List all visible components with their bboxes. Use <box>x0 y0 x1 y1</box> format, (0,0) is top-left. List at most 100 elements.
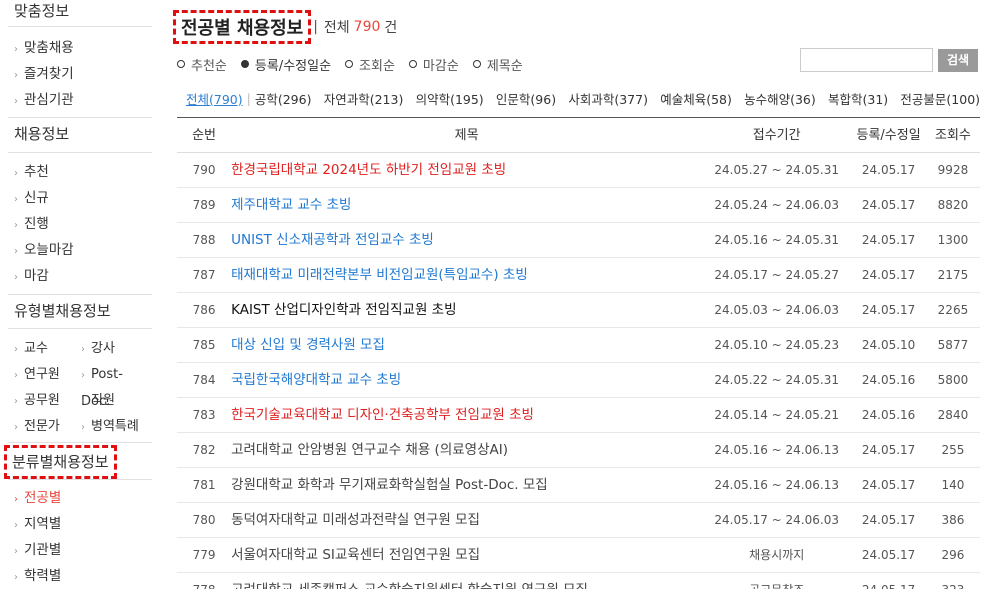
cell-views: 140 <box>941 478 965 492</box>
cell-title-link[interactable]: KAIST 산업디자인학과 전임직교원 초빙 <box>231 293 702 327</box>
sidebar-item-active[interactable]: › 전공별 <box>14 485 152 511</box>
cell-date: 24.05.16 <box>861 408 916 422</box>
title-row: 전공별 채용정보 | 전체 790 건 <box>172 10 398 44</box>
radio-icon <box>408 60 417 68</box>
divider <box>8 479 152 480</box>
table-row: 782 고려대학교 안암병원 연구교수 채용 (의료영상AI) 24.05.16 ~… <box>177 433 980 468</box>
cell-no: 787 <box>192 268 216 282</box>
search-button[interactable]: 검색 <box>938 49 978 72</box>
sidebar-item[interactable]: › 추천 <box>14 159 152 185</box>
sidebar-item[interactable]: › 교수 <box>14 336 81 362</box>
sidebar-item[interactable]: › 강사 <box>81 336 151 362</box>
divider <box>8 442 152 443</box>
bullet-icon: › <box>81 422 85 433</box>
category-separator: | <box>246 90 251 106</box>
bullet-icon: › <box>14 396 18 407</box>
sidebar-item[interactable]: › 진행 <box>14 211 152 237</box>
sidebar-list: › 추천 › 신규 › 진행 › 오늘마감 › 마감 <box>0 159 152 289</box>
sort-option[interactable]: 마감순 <box>408 55 459 74</box>
table-row: 780 동덕여자대학교 미래성과전략실 연구원 모집 24.05.17 ~ 24.0… <box>177 503 980 538</box>
bullet-icon: › <box>81 344 85 355</box>
bullet-icon: › <box>14 546 18 557</box>
category-tab[interactable]: 예술체육(58) <box>660 89 732 108</box>
bullet-icon: › <box>14 220 18 231</box>
category-tab[interactable]: 전공불문(100) <box>900 89 980 108</box>
sidebar-item[interactable]: › 오늘마감 <box>14 237 152 263</box>
sort-option-selected[interactable]: 등록/수정일순 <box>240 55 331 74</box>
cell-period: 24.05.14 ~ 24.05.21 <box>714 408 839 422</box>
category-tab[interactable]: 공학(296) <box>255 89 312 108</box>
sidebar-item[interactable]: › 학력별 <box>14 563 152 589</box>
sort-option[interactable]: 조회순 <box>345 55 395 74</box>
cell-no: 785 <box>192 338 216 352</box>
cell-no: 779 <box>192 548 216 562</box>
cell-no: 781 <box>192 478 216 492</box>
cell-title-link[interactable]: 고려대학교 안암병원 연구교수 채용 (의료영상AI) <box>231 433 702 467</box>
cell-title-link[interactable]: 동덕여자대학교 미래성과전략실 연구원 모집 <box>231 503 702 537</box>
cell-date: 24.05.17 <box>851 573 926 589</box>
sort-option[interactable]: 제목순 <box>472 55 523 74</box>
cell-views: 255 <box>941 443 965 457</box>
cell-title-link[interactable]: 대상 신입 및 경력사원 모집 <box>231 328 702 362</box>
cell-date: 24.05.17 <box>861 303 916 317</box>
table-header: 순번 제목 접수기간 등록/수정일 조회수 <box>177 117 980 153</box>
category-tab[interactable]: 의약학(195) <box>416 89 484 108</box>
table-row: 781 강원대학교 화학과 무기재료화학실험실 Post-Doc. 모집 24.05… <box>177 468 980 503</box>
bullet-icon: › <box>14 246 18 257</box>
sidebar-item[interactable]: › 맞춤채용 <box>14 35 152 61</box>
search-input[interactable] <box>800 48 933 72</box>
sidebar-item[interactable]: › 병역특례 <box>81 414 151 440</box>
cell-views: 2175 <box>937 268 969 282</box>
radio-icon <box>472 60 481 68</box>
category-tab[interactable]: 농수해양(36) <box>744 89 816 108</box>
cell-date: 24.05.17 <box>861 163 916 177</box>
sidebar: 맞춤정보 › 맞춤채용 › 즐겨찾기 › 관심기관 채용정보 › 추천 › 신규 › 진행 … <box>0 0 152 589</box>
bullet-icon: › <box>14 494 18 505</box>
category-tab[interactable]: 복합학(31) <box>828 89 888 108</box>
bullet-icon: › <box>14 194 18 205</box>
cell-title-link[interactable]: 강원대학교 화학과 무기재료화학실험실 Post-Doc. 모집 <box>231 468 702 502</box>
sidebar-section-title: 맞춤정보 <box>14 2 70 20</box>
cell-no: 789 <box>192 198 216 212</box>
sidebar-item[interactable]: › 마감 <box>14 263 152 289</box>
sidebar-item[interactable]: › Post-Doc. <box>81 362 151 409</box>
cell-date: 24.05.17 <box>861 443 916 457</box>
sidebar-item[interactable]: › 전문가 <box>14 414 81 440</box>
cell-title-link[interactable]: UNIST 신소재공학과 전임교수 초빙 <box>231 223 702 257</box>
sidebar-item[interactable]: › 즐겨찾기 <box>14 61 152 87</box>
sidebar-item[interactable]: › 신규 <box>14 185 152 211</box>
sidebar-item[interactable]: › 연구원 <box>14 362 81 388</box>
table-body: 790 한경국립대학교 2024년도 하반기 전임교원 초빙 24.05.27 ~ … <box>177 153 980 589</box>
cell-title-link[interactable]: 서울여자대학교 SI교육센터 전임연구원 모집 <box>231 538 702 572</box>
total-unit: 건 <box>384 20 398 36</box>
cell-no: 786 <box>192 303 216 317</box>
cell-period: 24.05.24 ~ 24.06.03 <box>714 198 839 212</box>
cell-title-link[interactable]: 제주대학교 교수 초빙 <box>231 188 702 222</box>
category-tab[interactable]: 자연과학(213) <box>324 89 404 108</box>
sidebar-item[interactable]: › 직원 <box>81 388 151 414</box>
divider <box>8 26 152 27</box>
category-tabs: 전체(790) | 공학(296) 자연과학(213) 의약학(195) 인문학… <box>177 87 980 109</box>
sidebar-item[interactable]: › 관심기관 <box>14 87 152 113</box>
cell-period: 공고문참조 <box>702 573 851 589</box>
cell-title-link[interactable]: 고려대학교 세종캠퍼스 교수학습지원센터 학습지원 연구원 모집 <box>231 573 702 589</box>
category-tab[interactable]: 인문학(96) <box>496 89 556 108</box>
category-tab-active[interactable]: 전체(790) <box>186 89 243 108</box>
cell-no: 783 <box>192 408 216 422</box>
total-count: 790 <box>353 19 381 35</box>
sidebar-item[interactable]: › 공무원 <box>14 388 81 414</box>
cell-title-link[interactable]: 한경국립대학교 2024년도 하반기 전임교원 초빙 <box>231 153 702 187</box>
cell-period: 24.05.16 ~ 24.06.13 <box>714 478 839 492</box>
cell-period: 24.05.22 ~ 24.05.31 <box>714 373 839 387</box>
sort-option[interactable]: 추천순 <box>177 55 227 74</box>
cell-views: 1300 <box>937 233 969 247</box>
cell-period: 24.05.27 ~ 24.05.31 <box>714 163 839 177</box>
sidebar-item[interactable]: › 지역별 <box>14 511 152 537</box>
cell-title-link[interactable]: 태재대학교 미래전략본부 비전임교원(특임교수) 초빙 <box>231 258 702 292</box>
page-title: 전공별 채용정보 <box>172 10 312 44</box>
cell-title-link[interactable]: 한국기술교육대학교 디자인·건축공학부 전임교원 초빙 <box>231 398 702 432</box>
cell-no: 788 <box>192 233 216 247</box>
cell-title-link[interactable]: 국립한국해양대학교 교수 초빙 <box>231 363 702 397</box>
category-tab[interactable]: 사회과학(377) <box>568 89 648 108</box>
sidebar-item[interactable]: › 기관별 <box>14 537 152 563</box>
